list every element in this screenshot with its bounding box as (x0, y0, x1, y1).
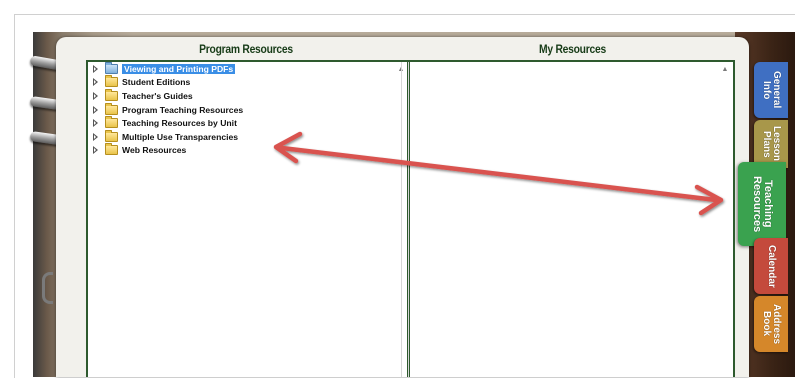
tree-item-label[interactable]: Program Teaching Resources (122, 105, 243, 115)
tree-item[interactable]: Teaching Resources by Unit (92, 116, 243, 130)
tab-teaching-resources[interactable]: Teaching Resources (738, 162, 786, 246)
my-resources-panel[interactable]: ▲ (408, 60, 735, 377)
folder-icon (105, 61, 118, 74)
tab-label: Calendar (766, 244, 777, 288)
resource-tree: Viewing and Printing PDFs Student Editio… (92, 61, 243, 158)
scroll-up-icon[interactable]: ▲ (721, 66, 729, 74)
folder-icon (105, 102, 118, 115)
panel-divider (401, 62, 402, 377)
tree-item[interactable]: Student Editions (92, 75, 243, 90)
tree-item-label[interactable]: Teaching Resources by Unit (122, 118, 237, 128)
tab-calendar[interactable]: Calendar (754, 238, 788, 294)
expand-arrow-icon[interactable] (92, 64, 99, 73)
expand-arrow-icon[interactable] (92, 91, 99, 100)
tree-item[interactable]: Viewing and Printing PDFs (92, 61, 243, 76)
tree-item-label[interactable]: Student Editions (122, 77, 190, 87)
tab-label: Lesson Plans (761, 126, 782, 162)
tree-item[interactable]: Program Teaching Resources (92, 102, 243, 117)
tree-item[interactable]: Web Resources (92, 143, 243, 158)
tab-address-book[interactable]: Address Book (754, 296, 788, 352)
folder-icon (105, 143, 118, 156)
tree-item-label[interactable]: Multiple Use Transparencies (122, 132, 238, 142)
folder-icon (105, 116, 118, 129)
tree-item-label[interactable]: Web Resources (122, 145, 186, 155)
expand-arrow-icon[interactable] (92, 146, 99, 155)
expand-arrow-icon[interactable] (92, 78, 99, 87)
tab-label: Address Book (761, 303, 782, 344)
folder-icon (105, 88, 118, 101)
folder-icon (105, 129, 118, 142)
expand-arrow-icon[interactable] (92, 105, 99, 114)
tree-item-label[interactable]: Teacher's Guides (122, 91, 193, 101)
tab-lesson-plans[interactable]: Lesson Plans (754, 120, 788, 168)
my-resources-title: My Resources (539, 42, 606, 56)
tree-item-label[interactable]: Viewing and Printing PDFs (122, 63, 236, 74)
expand-arrow-icon[interactable] (92, 132, 99, 141)
folder-icon (105, 75, 118, 88)
expand-arrow-icon[interactable] (92, 119, 99, 128)
panel-divider (408, 62, 409, 377)
tab-general-info[interactable]: General Info (754, 62, 788, 118)
tree-item[interactable]: Teacher's Guides (92, 88, 243, 103)
binder-hook (42, 272, 53, 304)
tab-label: General Info (761, 71, 782, 109)
program-resources-title: Program Resources (199, 42, 293, 56)
tab-label: Teaching Resources (751, 175, 774, 233)
tree-item[interactable]: Multiple Use Transparencies (92, 129, 243, 144)
